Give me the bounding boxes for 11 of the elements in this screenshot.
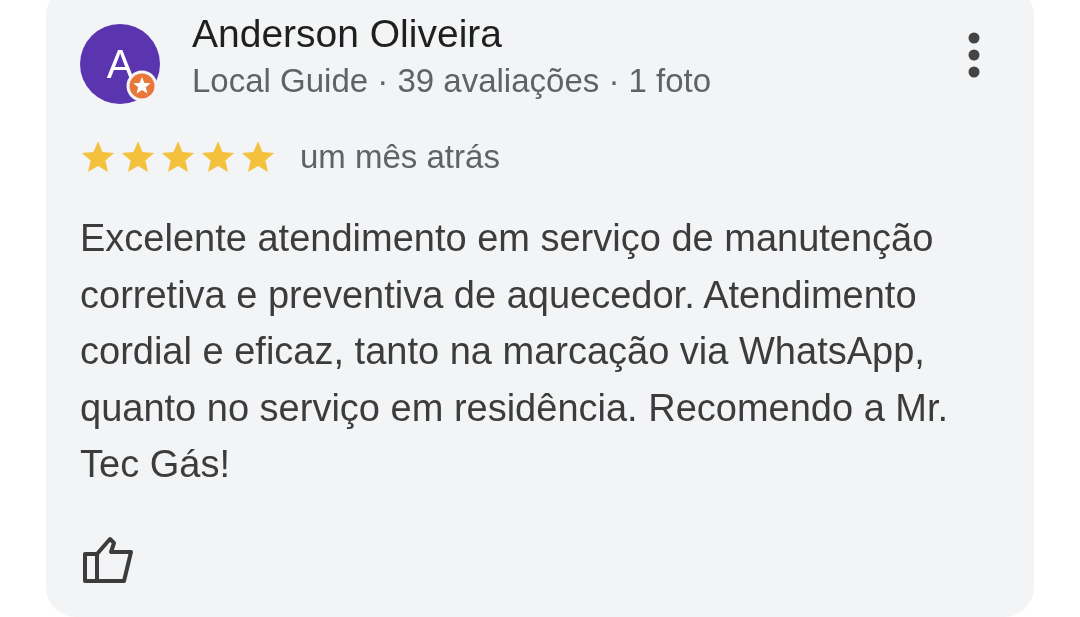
star-icon <box>240 139 276 175</box>
thumbs-up-icon[interactable] <box>82 534 134 583</box>
star-icon <box>120 139 156 175</box>
author-meta: Local Guide · 39 avaliações · 1 foto <box>192 62 713 100</box>
star-icon <box>160 139 196 175</box>
more-options-icon[interactable] <box>968 32 980 78</box>
review-date: um mês atrás <box>300 138 500 176</box>
author-name[interactable]: Anderson Oliveira <box>192 14 968 54</box>
review-text: Excelente atendimento em serviço de manutenção corretiva e preventiva de aquecedor. Atendimento cordial e eficaz, tanto na marcação via WhatsApp, quanto no serviço em residência. Recomendo a Mr. Tec Gás! <box>80 216 950 487</box>
star-icon <box>80 139 116 175</box>
star-icon <box>200 139 236 175</box>
